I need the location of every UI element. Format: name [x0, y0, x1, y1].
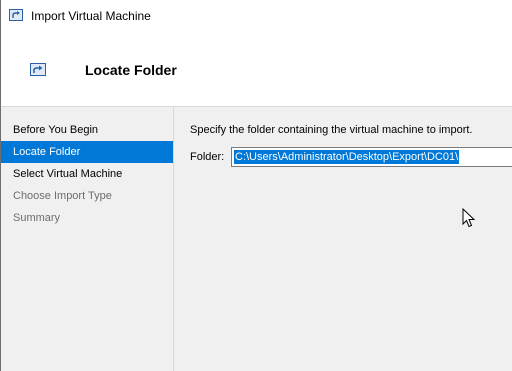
- nav-step-select-virtual-machine[interactable]: Select Virtual Machine: [1, 163, 173, 185]
- instruction-text: Specify the folder containing the virtua…: [190, 124, 473, 136]
- folder-path-input[interactable]: C:\Users\Administrator\Desktop\Export\DC…: [231, 147, 512, 167]
- mouse-pointer-icon: [462, 207, 476, 231]
- nav-divider: [173, 107, 174, 371]
- page-header: Locate Folder: [1, 33, 512, 107]
- import-vm-icon: [9, 9, 23, 21]
- folder-label: Folder:: [190, 151, 225, 163]
- nav-step-locate-folder[interactable]: Locate Folder: [1, 141, 173, 163]
- title-bar[interactable]: Import Virtual Machine: [1, 0, 512, 33]
- window-title: Import Virtual Machine: [31, 9, 151, 23]
- nav-step-before-you-begin[interactable]: Before You Begin: [1, 119, 173, 141]
- content-area: Specify the folder containing the virtua…: [190, 124, 472, 136]
- nav-step-summary: Summary: [13, 212, 61, 224]
- folder-path-selected-text: C:\Users\Administrator\Desktop\Export\DC…: [234, 150, 460, 164]
- page-title: Locate Folder: [85, 62, 177, 78]
- import-vm-wizard: Import Virtual Machine Locate Folder Bef…: [0, 0, 512, 371]
- wizard-steps-nav: Before You Begin Locate Folder Select Vi…: [1, 119, 173, 229]
- nav-step-choose-import-type: Choose Import Type: [13, 190, 112, 202]
- import-vm-icon: [30, 63, 46, 76]
